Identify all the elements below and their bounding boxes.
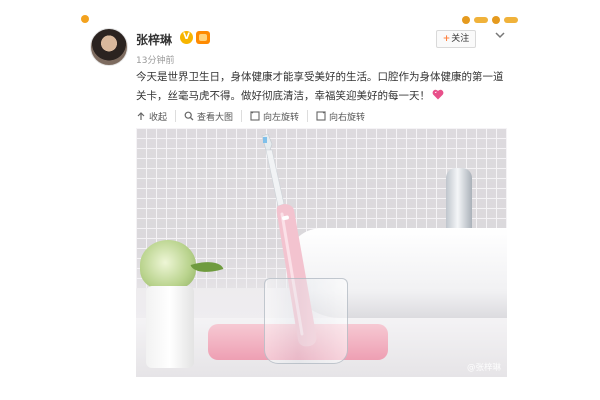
rotate-right-icon <box>316 111 326 121</box>
glass-cup <box>264 278 348 364</box>
chevron-down-icon[interactable] <box>493 28 507 42</box>
rotate-right-button[interactable]: 向右旋转 <box>307 110 373 123</box>
author-name[interactable]: 张梓琳 <box>136 31 172 48</box>
photo-watermark: @张梓琳 <box>466 363 501 373</box>
arrow-up-icon <box>137 112 145 120</box>
post-text: 今天是世界卫生日，身体健康才能享受美好的生活。口腔作为身体健康的第一道关卡，丝毫… <box>136 68 506 106</box>
ornament-icon <box>81 15 89 23</box>
follow-label: 关注 <box>451 34 470 44</box>
rotate-right-label: 向右旋转 <box>329 112 366 123</box>
view-large-button[interactable]: 查看大图 <box>175 110 241 123</box>
post-body: 今天是世界卫生日，身体健康才能享受美好的生活。口腔作为身体健康的第一道关卡，丝毫… <box>136 71 504 102</box>
avatar[interactable] <box>90 28 128 66</box>
image-toolbar: 收起 查看大图 向左旋转 向右旋转 <box>136 108 373 124</box>
view-large-label: 查看大图 <box>197 112 234 123</box>
rotate-left-icon <box>250 111 260 121</box>
follow-button[interactable]: +关注 <box>436 30 476 48</box>
post-timestamp[interactable]: 13分钟前 <box>136 53 174 66</box>
rotate-left-button[interactable]: 向左旋转 <box>241 110 307 123</box>
post-photo[interactable]: @张梓琳 <box>136 128 507 377</box>
rotate-left-label: 向左旋转 <box>263 112 300 123</box>
ornament-icon <box>462 16 518 24</box>
vase <box>146 286 194 368</box>
magnifier-icon <box>184 111 194 121</box>
collapse-button[interactable]: 收起 <box>136 110 175 123</box>
heart-icon <box>432 89 444 100</box>
weibo-post-card: 张梓琳 V 13分钟前 +关注 今天是世界卫生日，身体健康才能享受美好的生活。口… <box>80 14 520 386</box>
vip-level-badge <box>196 31 210 44</box>
collapse-label: 收起 <box>149 112 168 123</box>
plus-icon: + <box>442 34 451 44</box>
flower <box>140 240 196 290</box>
verified-badge: V <box>180 31 193 44</box>
